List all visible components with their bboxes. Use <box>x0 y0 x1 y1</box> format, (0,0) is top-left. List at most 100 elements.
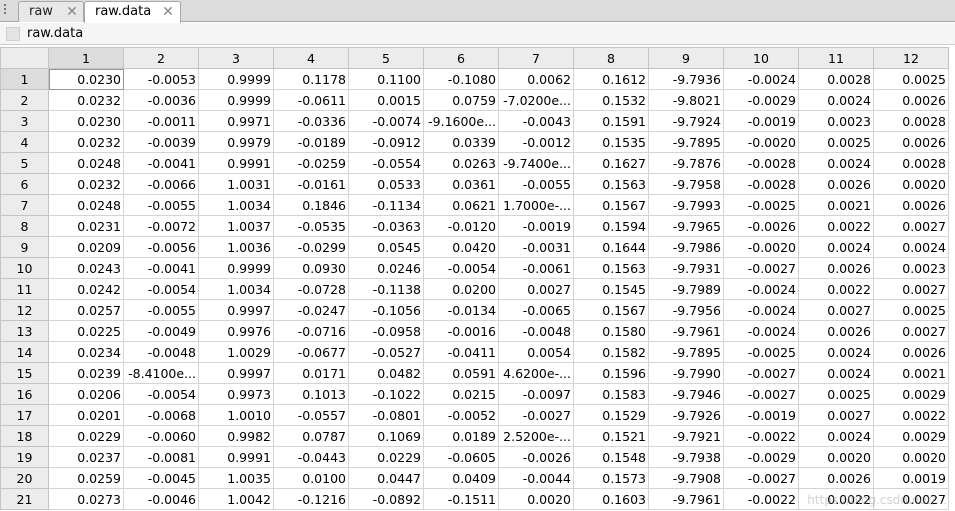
table-cell[interactable]: 0.0243 <box>48 257 124 279</box>
table-cell[interactable]: 2.5200e-... <box>498 425 574 447</box>
table-cell[interactable]: 0.0025 <box>873 299 949 321</box>
table-cell[interactable]: 0.1535 <box>573 131 649 153</box>
table-cell[interactable]: -9.7993 <box>648 194 724 216</box>
table-cell[interactable]: -0.0605 <box>423 446 499 468</box>
table-cell[interactable]: 0.0024 <box>798 341 874 363</box>
row-header[interactable]: 14 <box>0 341 49 363</box>
table-cell[interactable]: 0.0022 <box>873 404 949 426</box>
table-cell[interactable]: 0.0545 <box>348 236 424 258</box>
table-cell[interactable]: -0.0044 <box>498 467 574 489</box>
table-cell[interactable]: -9.7956 <box>648 299 724 321</box>
table-cell[interactable]: 0.0206 <box>48 383 124 405</box>
table-cell[interactable]: -0.1022 <box>348 383 424 405</box>
table-cell[interactable]: 0.9999 <box>198 89 274 111</box>
table-cell[interactable]: -0.0024 <box>723 278 799 300</box>
table-cell[interactable]: 0.0248 <box>48 194 124 216</box>
table-cell[interactable]: -0.0060 <box>123 425 199 447</box>
table-cell[interactable]: 1.0010 <box>198 404 274 426</box>
table-cell[interactable]: -0.0161 <box>273 173 349 195</box>
row-header[interactable]: 7 <box>0 194 49 216</box>
table-cell[interactable]: -0.1134 <box>348 194 424 216</box>
table-cell[interactable]: 0.9991 <box>198 446 274 468</box>
table-cell[interactable]: 0.9997 <box>198 299 274 321</box>
table-cell[interactable]: -0.0052 <box>423 404 499 426</box>
table-cell[interactable]: -9.7936 <box>648 68 724 90</box>
table-cell[interactable]: -0.1511 <box>423 488 499 510</box>
table-cell[interactable]: -0.0259 <box>273 152 349 174</box>
table-cell[interactable]: 0.0024 <box>798 152 874 174</box>
table-cell[interactable]: 0.0420 <box>423 236 499 258</box>
table-cell[interactable]: -9.7961 <box>648 488 724 510</box>
table-cell[interactable]: 0.0024 <box>798 425 874 447</box>
table-cell[interactable]: 0.0024 <box>798 236 874 258</box>
table-cell[interactable]: 0.0026 <box>798 257 874 279</box>
table-cell[interactable]: 0.0026 <box>798 320 874 342</box>
table-cell[interactable]: 0.0020 <box>498 488 574 510</box>
table-cell[interactable]: 0.0229 <box>48 425 124 447</box>
table-cell[interactable]: -0.0031 <box>498 236 574 258</box>
table-cell[interactable]: 0.0015 <box>348 89 424 111</box>
table-cell[interactable]: 0.0024 <box>798 362 874 384</box>
table-cell[interactable]: 0.1580 <box>573 320 649 342</box>
table-cell[interactable]: 0.0237 <box>48 446 124 468</box>
table-cell[interactable]: -0.1138 <box>348 278 424 300</box>
row-header[interactable]: 3 <box>0 110 49 132</box>
table-cell[interactable]: 0.0028 <box>873 152 949 174</box>
row-header[interactable]: 20 <box>0 467 49 489</box>
table-cell[interactable]: 0.1548 <box>573 446 649 468</box>
table-cell[interactable]: 0.1521 <box>573 425 649 447</box>
table-cell[interactable]: -0.1216 <box>273 488 349 510</box>
table-cell[interactable]: -0.0055 <box>498 173 574 195</box>
table-cell[interactable]: 0.0263 <box>423 152 499 174</box>
close-icon[interactable]: ✕ <box>161 5 175 19</box>
table-cell[interactable]: -0.0074 <box>348 110 424 132</box>
table-cell[interactable]: -0.0027 <box>723 257 799 279</box>
table-cell[interactable]: 0.0025 <box>798 131 874 153</box>
table-cell[interactable]: -0.0045 <box>123 467 199 489</box>
table-cell[interactable]: -0.0026 <box>498 446 574 468</box>
table-cell[interactable]: -9.8021 <box>648 89 724 111</box>
table-cell[interactable]: 0.0021 <box>798 194 874 216</box>
table-cell[interactable]: 0.1573 <box>573 467 649 489</box>
table-cell[interactable]: 0.0232 <box>48 131 124 153</box>
table-cell[interactable]: 1.0037 <box>198 215 274 237</box>
table-cell[interactable]: -0.0056 <box>123 236 199 258</box>
table-cell[interactable]: -0.0022 <box>723 488 799 510</box>
table-cell[interactable]: 0.1596 <box>573 362 649 384</box>
row-header[interactable]: 9 <box>0 236 49 258</box>
close-icon[interactable]: ✕ <box>65 5 79 19</box>
table-cell[interactable]: 1.0036 <box>198 236 274 258</box>
table-cell[interactable]: -0.0554 <box>348 152 424 174</box>
table-cell[interactable]: -0.0027 <box>723 383 799 405</box>
table-cell[interactable]: 0.0259 <box>48 467 124 489</box>
table-cell[interactable]: 0.1567 <box>573 299 649 321</box>
table-cell[interactable]: -9.7908 <box>648 467 724 489</box>
row-header[interactable]: 11 <box>0 278 49 300</box>
table-cell[interactable]: -0.0016 <box>423 320 499 342</box>
column-header[interactable]: 3 <box>198 47 274 69</box>
table-cell[interactable]: 0.0787 <box>273 425 349 447</box>
table-cell[interactable]: 0.0024 <box>873 236 949 258</box>
table-cell[interactable]: 0.9991 <box>198 152 274 174</box>
table-cell[interactable]: -0.0028 <box>723 173 799 195</box>
table-cell[interactable]: 0.0027 <box>873 215 949 237</box>
table-cell[interactable]: -0.0019 <box>498 215 574 237</box>
table-cell[interactable]: -0.0728 <box>273 278 349 300</box>
table-cell[interactable]: -0.0028 <box>723 152 799 174</box>
table-cell[interactable]: -0.0066 <box>123 173 199 195</box>
table-cell[interactable]: 0.9973 <box>198 383 274 405</box>
table-cell[interactable]: 0.9982 <box>198 425 274 447</box>
row-header[interactable]: 18 <box>0 425 49 447</box>
table-cell[interactable]: -9.7926 <box>648 404 724 426</box>
table-cell[interactable]: 0.0022 <box>798 488 874 510</box>
table-cell[interactable]: -0.0019 <box>723 404 799 426</box>
column-header[interactable]: 2 <box>123 47 199 69</box>
table-cell[interactable]: -0.0247 <box>273 299 349 321</box>
table-cell[interactable]: 0.1529 <box>573 404 649 426</box>
table-cell[interactable]: 1.0042 <box>198 488 274 510</box>
table-cell[interactable]: -0.0716 <box>273 320 349 342</box>
table-cell[interactable]: 0.0062 <box>498 68 574 90</box>
table-cell[interactable]: 0.0021 <box>873 362 949 384</box>
table-cell[interactable]: 0.1594 <box>573 215 649 237</box>
row-header[interactable]: 21 <box>0 488 49 510</box>
